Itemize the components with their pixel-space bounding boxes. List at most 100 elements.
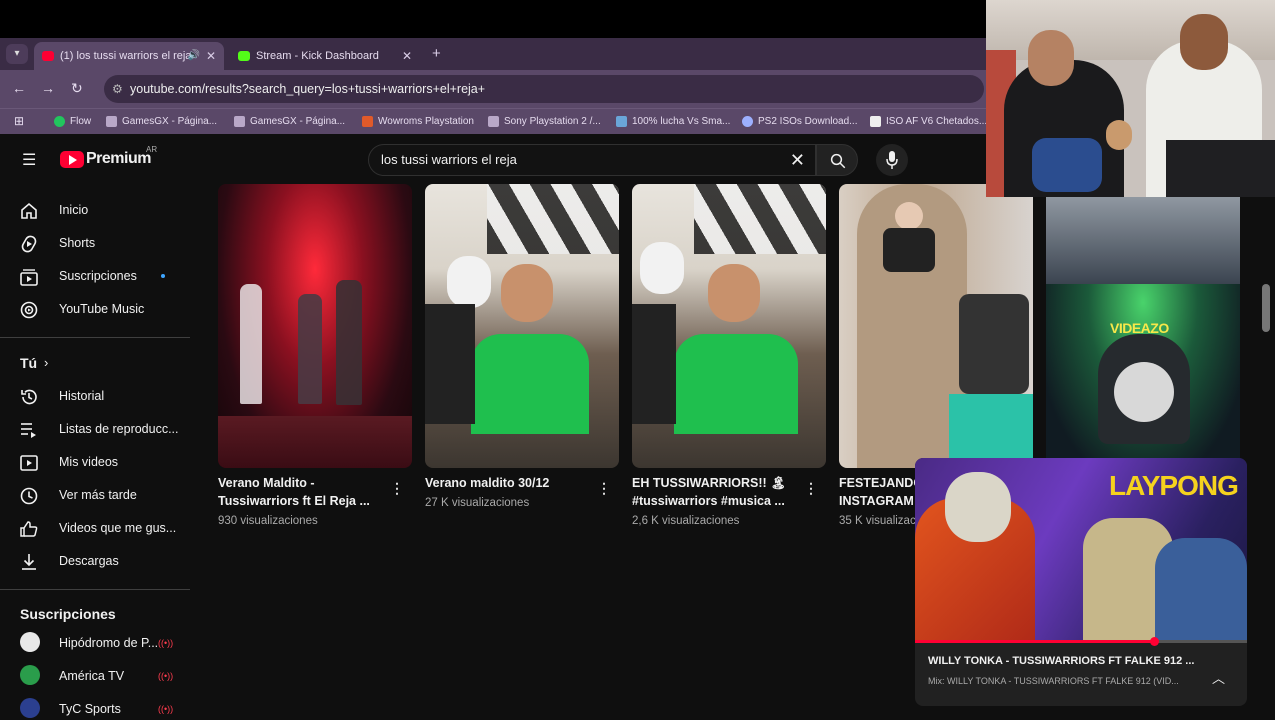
sidebar: Inicio Shorts Suscripciones YouTube Musi… (0, 184, 190, 720)
tab-strip: ▾ (1) los tussi warriors el reja 🔊 ✕ Str… (0, 38, 990, 70)
video-title[interactable]: FESTEJANDO INSTAGRAM (839, 474, 919, 510)
home-icon (21, 202, 37, 219)
live-indicator-icon: ((•)) (158, 671, 174, 681)
sidebar-item-suscripciones[interactable]: Suscripciones (0, 260, 190, 293)
webcam-overlay (986, 0, 1275, 197)
new-tab-button[interactable]: + (432, 38, 441, 70)
avatar (20, 632, 40, 652)
sidebar-item-mis-videos[interactable]: Mis videos (0, 446, 190, 479)
screen: ▾ (1) los tussi warriors el reja 🔊 ✕ Str… (0, 0, 1275, 720)
video-thumbnail[interactable] (218, 184, 412, 468)
sidebar-you-heading[interactable]: Tú › (0, 347, 190, 380)
bookmark-favicon-icon (742, 116, 753, 127)
bookmark-favicon-icon (870, 116, 881, 127)
site-info-icon[interactable]: ⚙ (112, 75, 123, 103)
video-title[interactable]: Verano Maldito - Tussiwarriors ft El Rej… (218, 474, 383, 510)
shorts-icon (21, 235, 37, 253)
clear-search-icon[interactable]: ✕ (790, 145, 805, 175)
bookmark-favicon-icon (362, 116, 373, 127)
bookmark-item[interactable]: PS2 ISOs Download... (742, 109, 858, 135)
tab-youtube[interactable]: (1) los tussi warriors el reja 🔊 ✕ (34, 42, 224, 70)
sidebar-sub-tyc-sports[interactable]: TyC Sports ((•)) (0, 693, 190, 720)
download-icon (22, 554, 36, 570)
page-scrollbar[interactable] (1262, 284, 1270, 332)
chevron-right-icon: › (44, 355, 49, 370)
video-title[interactable]: EH TUSSIWARRIORS!! 🏝 #tussiwarriors #mus… (632, 474, 797, 510)
sidebar-item-inicio[interactable]: Inicio (0, 194, 190, 227)
view-count: 930 visualizaciones (218, 515, 318, 527)
bookmarks-bar: ⊞ Flow GamesGX - Página... GamesGX - Pág… (0, 108, 990, 134)
music-icon (20, 301, 38, 319)
miniplayer-video[interactable]: LAYPONG (915, 458, 1247, 642)
progress-fill (915, 640, 1155, 643)
video-thumbnail[interactable]: VIDEAZO (1046, 184, 1240, 468)
bookmark-item[interactable]: ISO AF V6 Chetados... (870, 109, 987, 135)
live-indicator-icon: ((•)) (158, 638, 174, 648)
bookmark-item[interactable]: GamesGX - Página... (106, 109, 217, 135)
video-title[interactable]: Verano maldito 30/12 (425, 474, 590, 492)
more-options-icon[interactable]: ⋮ (804, 480, 818, 497)
progress-knob[interactable] (1150, 637, 1160, 646)
bookmark-favicon-icon (488, 116, 499, 127)
sidebar-item-ver-mas-tarde[interactable]: Ver más tarde (0, 479, 190, 512)
bookmark-item[interactable]: Sony Playstation 2 /... (488, 109, 601, 135)
kick-favicon-icon (238, 51, 250, 61)
microphone-icon (886, 151, 898, 169)
tab-search-button[interactable]: ▾ (6, 44, 28, 64)
miniplayer-title[interactable]: WILLY TONKA - TUSSIWARRIORS FT FALKE 912… (928, 655, 1198, 667)
miniplayer-subtitle: Mix: WILLY TONKA - TUSSIWARRIORS FT FALK… (928, 676, 1179, 686)
video-caption-text: LAYPONG (1109, 470, 1239, 501)
voice-search-button[interactable] (876, 144, 908, 176)
sidebar-item-listas[interactable]: Listas de reproducc... (0, 413, 190, 446)
avatar (20, 665, 40, 685)
tab-kick-dashboard[interactable]: Stream - Kick Dashboard ✕ (230, 42, 420, 70)
hamburger-menu-icon[interactable]: ☰ (22, 150, 36, 170)
speaker-icon[interactable]: 🔊 (188, 42, 200, 70)
like-icon (20, 521, 38, 537)
video-thumbnail[interactable] (425, 184, 619, 468)
miniplayer[interactable]: LAYPONG WILLY TONKA - TUSSIWARRIORS FT F… (915, 458, 1247, 706)
bookmark-favicon-icon (54, 116, 65, 127)
apps-grid-icon[interactable]: ⊞ (14, 114, 24, 128)
close-tab-icon[interactable]: ✕ (206, 42, 216, 70)
video-thumbnail[interactable] (839, 184, 1033, 468)
sidebar-item-videos-que-me-gustan[interactable]: Videos que me gus... (0, 512, 190, 545)
forward-arrow-icon[interactable]: → (41, 80, 55, 96)
more-options-icon[interactable]: ⋮ (597, 480, 611, 497)
sidebar-divider (0, 337, 190, 338)
my-videos-icon (20, 455, 38, 471)
view-count: 2,6 K visualizaciones (632, 515, 740, 527)
bookmark-item[interactable]: GamesGX - Página... (234, 109, 345, 135)
tab-title: (1) los tussi warriors el reja (60, 50, 192, 62)
sidebar-item-descargas[interactable]: Descargas (0, 545, 190, 578)
search-input[interactable]: los tussi warriors el reja ✕ (368, 144, 816, 176)
chevron-up-icon[interactable]: ︿ (1212, 668, 1225, 687)
playlist-icon (21, 423, 36, 438)
address-bar[interactable]: ⚙ youtube.com/results?search_query=los+t… (104, 75, 984, 103)
video-thumbnail[interactable] (632, 184, 826, 468)
bookmark-item[interactable]: 100% lucha Vs Sma... (616, 109, 730, 135)
view-count: 27 K visualizaciones (425, 497, 530, 509)
back-arrow-icon[interactable]: ← (12, 80, 26, 96)
subscriptions-icon (20, 269, 38, 286)
search-button[interactable] (816, 144, 858, 176)
sidebar-sub-america-tv[interactable]: América TV ((•)) (0, 660, 190, 693)
bookmark-favicon-icon (106, 116, 117, 127)
sidebar-item-shorts[interactable]: Shorts (0, 227, 190, 260)
youtube-header: ☰ Premium AR los tussi warriors el reja … (0, 134, 990, 184)
sidebar-item-historial[interactable]: Historial (0, 380, 190, 413)
thumbnail-caption: VIDEAZO (1110, 320, 1169, 336)
tab-title: Stream - Kick Dashboard (256, 50, 379, 62)
bookmark-item[interactable]: Wowroms Playstation (362, 109, 474, 135)
more-options-icon[interactable]: ⋮ (390, 480, 404, 497)
search-icon (830, 153, 846, 169)
sidebar-item-youtube-music[interactable]: YouTube Music (0, 293, 190, 326)
bookmark-item[interactable]: Flow (54, 109, 91, 135)
region-code: AR (146, 145, 158, 154)
sidebar-divider (0, 589, 190, 590)
sidebar-sub-hipodromo[interactable]: Hipódromo de P... ((•)) (0, 627, 190, 660)
new-content-dot (161, 274, 165, 278)
miniplayer-progress-bar[interactable] (915, 640, 1247, 643)
reload-icon[interactable]: ↻ (71, 80, 83, 97)
close-tab-icon[interactable]: ✕ (402, 42, 412, 70)
